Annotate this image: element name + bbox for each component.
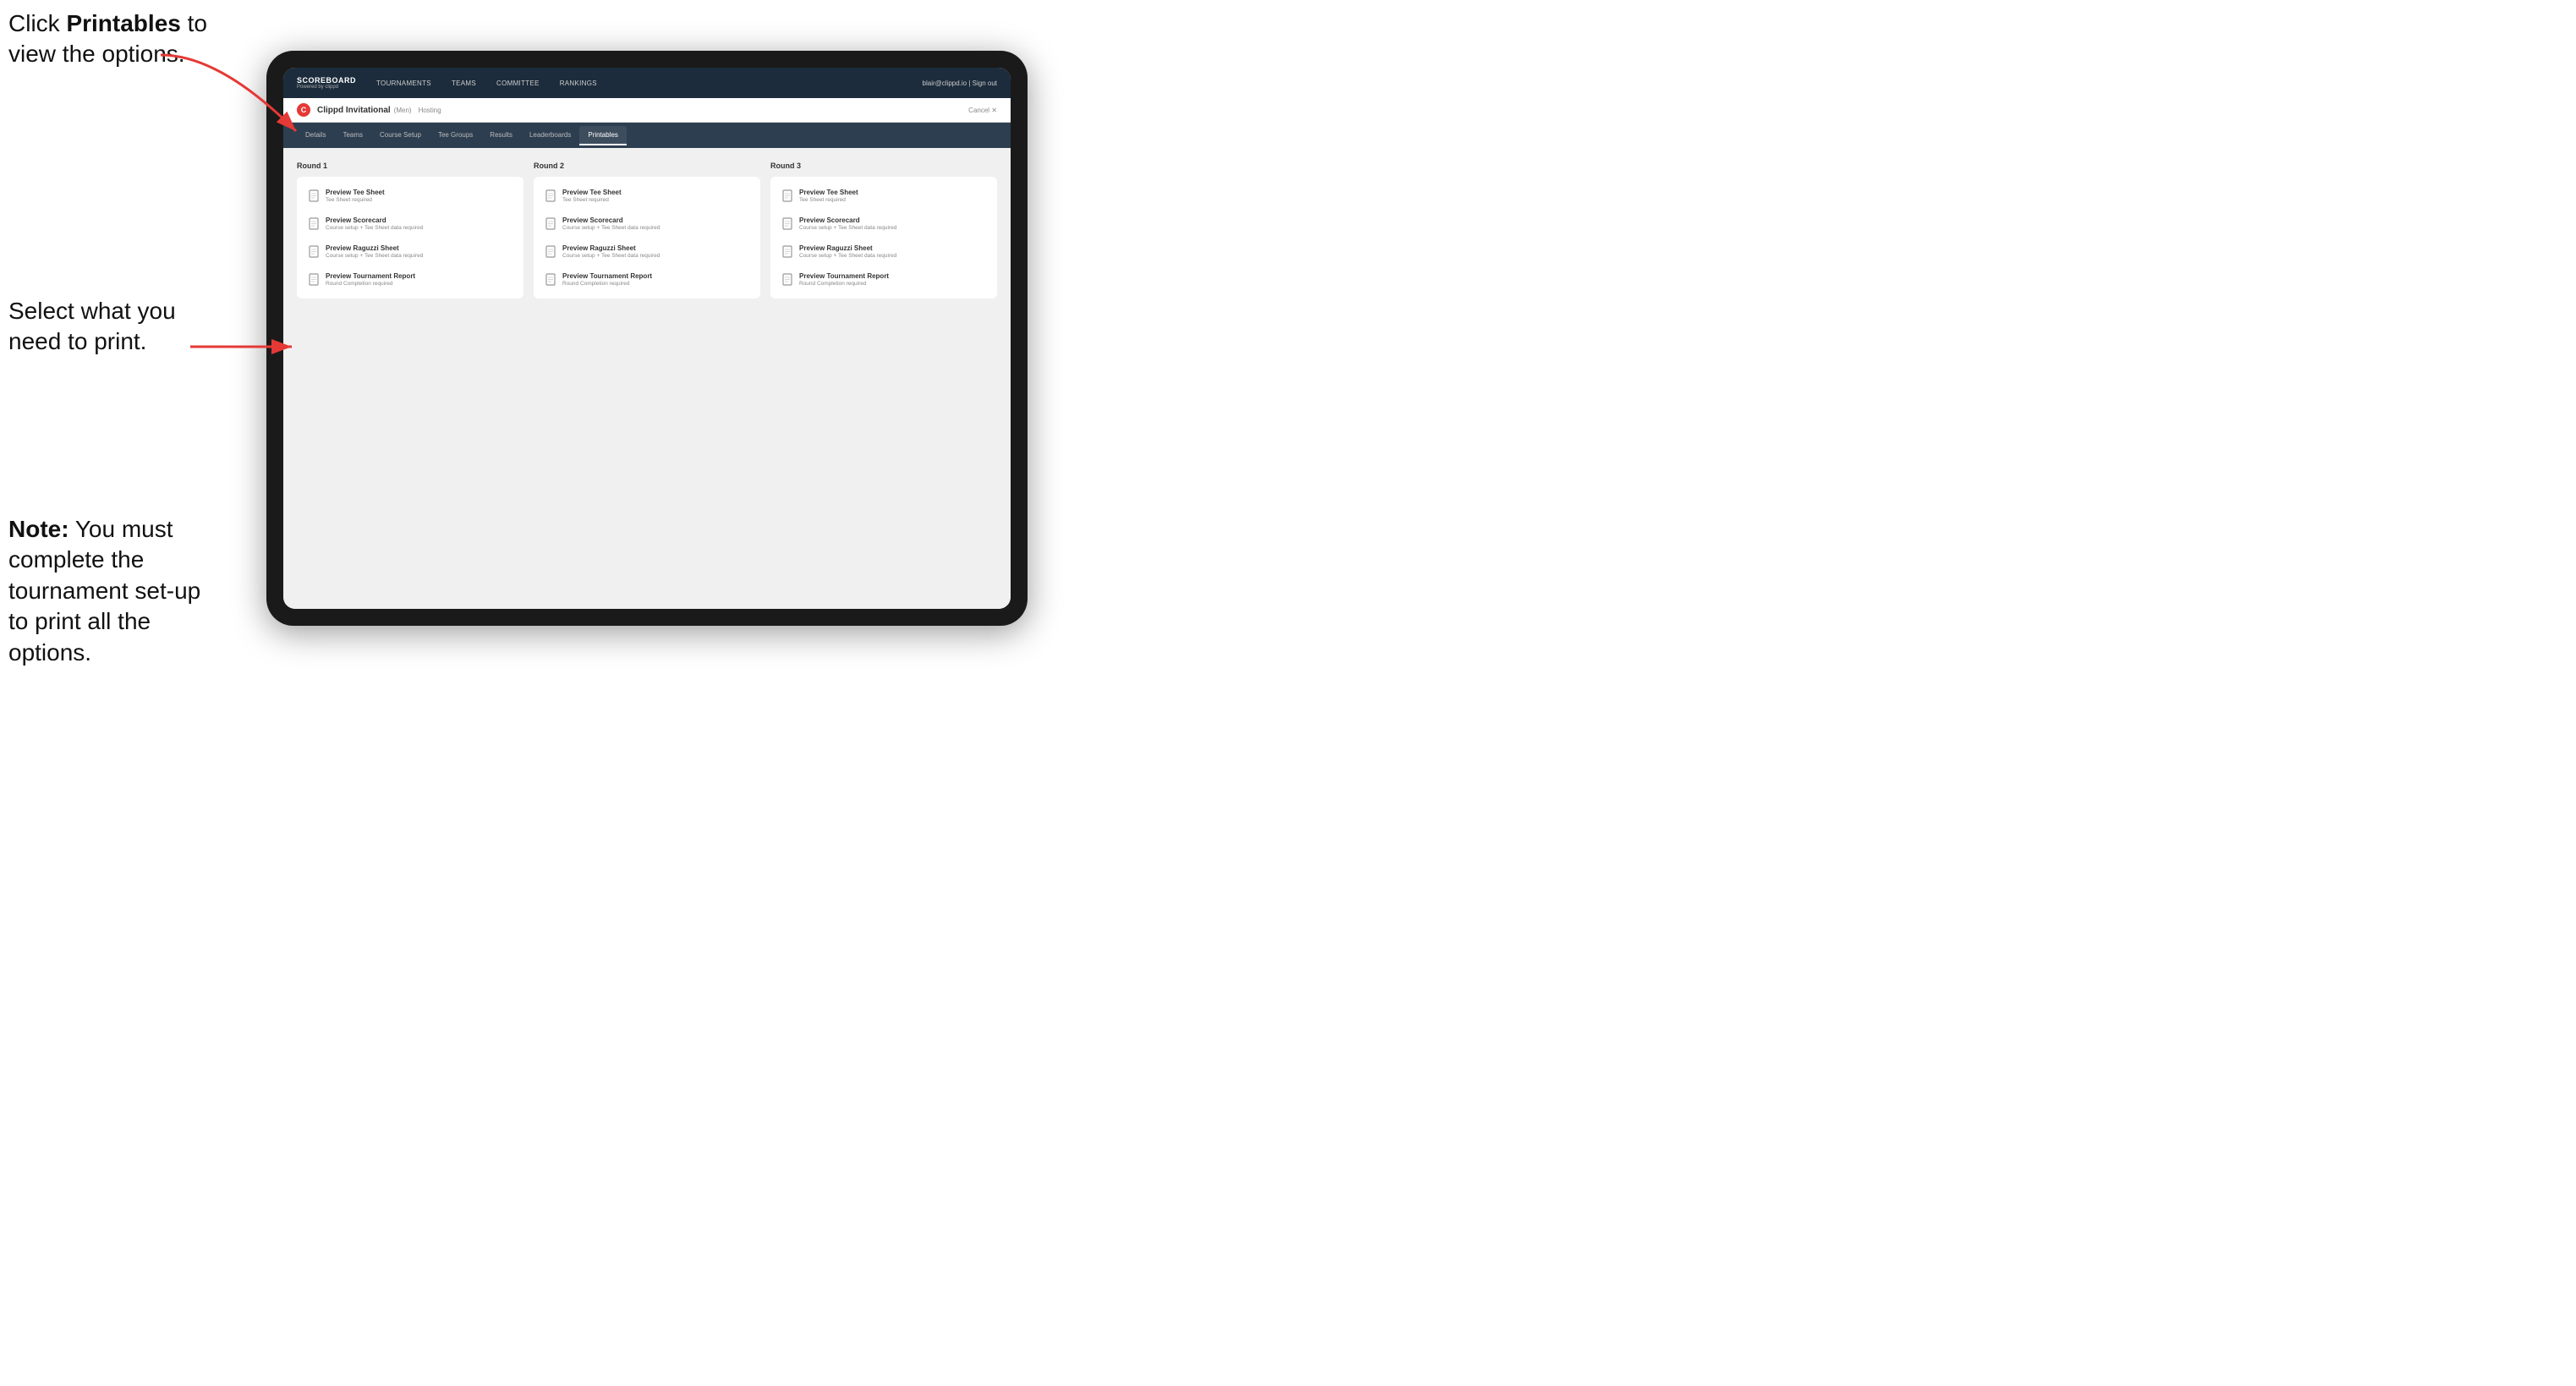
print-item-subtitle: Course setup + Tee Sheet data required bbox=[799, 225, 896, 231]
rounds-grid: Round 1 Preview Tee Sheet Tee Sheet requ… bbox=[297, 162, 997, 299]
round-section-1: Round 1 Preview Tee Sheet Tee Sheet requ… bbox=[297, 162, 523, 299]
document-icon bbox=[782, 217, 794, 231]
document-icon bbox=[782, 189, 794, 203]
print-item-title: Preview Scorecard bbox=[562, 216, 660, 224]
print-item-r2-4[interactable]: Preview Tournament Report Round Completi… bbox=[542, 269, 752, 290]
print-item-text: Preview Scorecard Course setup + Tee She… bbox=[562, 216, 660, 231]
print-item-text: Preview Raguzzi Sheet Course setup + Tee… bbox=[562, 244, 660, 259]
document-icon bbox=[545, 217, 557, 231]
print-item-r1-3[interactable]: Preview Raguzzi Sheet Course setup + Tee… bbox=[305, 241, 515, 262]
print-item-text: Preview Tournament Report Round Completi… bbox=[562, 272, 652, 287]
print-item-title: Preview Tournament Report bbox=[562, 272, 652, 280]
print-item-r3-1[interactable]: Preview Tee Sheet Tee Sheet required bbox=[779, 185, 989, 206]
document-icon bbox=[545, 189, 557, 203]
print-item-subtitle: Tee Sheet required bbox=[799, 197, 858, 203]
print-item-title: Preview Tee Sheet bbox=[326, 189, 385, 196]
print-item-r1-2[interactable]: Preview Scorecard Course setup + Tee She… bbox=[305, 213, 515, 234]
sub-navigation: Details Teams Course Setup Tee Groups Re… bbox=[283, 123, 1011, 148]
round-title-3: Round 3 bbox=[770, 162, 997, 170]
print-item-r3-3[interactable]: Preview Raguzzi Sheet Course setup + Tee… bbox=[779, 241, 989, 262]
print-item-r1-4[interactable]: Preview Tournament Report Round Completi… bbox=[305, 269, 515, 290]
top-nav-links: TOURNAMENTS TEAMS COMMITTEE RANKINGS bbox=[373, 78, 923, 89]
print-item-text: Preview Scorecard Course setup + Tee She… bbox=[799, 216, 896, 231]
print-item-title: Preview Raguzzi Sheet bbox=[799, 244, 896, 252]
instruction-middle-text: Select what youneed to print. bbox=[8, 298, 176, 354]
instruction-middle: Select what youneed to print. bbox=[8, 296, 195, 358]
user-info: blair@clippd.io | Sign out bbox=[923, 79, 997, 87]
print-item-text: Preview Raguzzi Sheet Course setup + Tee… bbox=[799, 244, 896, 259]
print-item-subtitle: Course setup + Tee Sheet data required bbox=[799, 253, 896, 259]
tournament-status: Hosting bbox=[419, 107, 441, 114]
main-content: Round 1 Preview Tee Sheet Tee Sheet requ… bbox=[283, 148, 1011, 609]
document-icon bbox=[545, 273, 557, 287]
document-icon bbox=[782, 245, 794, 259]
document-icon bbox=[309, 189, 321, 203]
print-item-text: Preview Tournament Report Round Completi… bbox=[326, 272, 415, 287]
tournament-name: Clippd Invitational bbox=[317, 106, 391, 115]
print-item-subtitle: Course setup + Tee Sheet data required bbox=[326, 253, 423, 259]
tab-leaderboards[interactable]: Leaderboards bbox=[521, 126, 579, 145]
print-item-title: Preview Tee Sheet bbox=[799, 189, 858, 196]
tournament-category: (Men) bbox=[394, 107, 412, 114]
tab-course-setup[interactable]: Course Setup bbox=[371, 126, 430, 145]
print-item-title: Preview Scorecard bbox=[326, 216, 423, 224]
tournament-header: C Clippd Invitational (Men) Hosting Canc… bbox=[283, 98, 1011, 123]
instruction-bottom-text: Note: You must complete the tournament s… bbox=[8, 516, 200, 666]
round-title-2: Round 2 bbox=[534, 162, 760, 170]
document-icon bbox=[309, 245, 321, 259]
print-item-r3-2[interactable]: Preview Scorecard Course setup + Tee She… bbox=[779, 213, 989, 234]
print-item-text: Preview Tournament Report Round Completi… bbox=[799, 272, 889, 287]
print-item-title: Preview Tournament Report bbox=[326, 272, 415, 280]
nav-teams[interactable]: TEAMS bbox=[448, 78, 480, 89]
print-item-subtitle: Round Completion required bbox=[799, 281, 889, 287]
print-item-subtitle: Tee Sheet required bbox=[326, 197, 385, 203]
tablet-device: SCOREBOARD Powered by clippd TOURNAMENTS… bbox=[266, 51, 1028, 626]
document-icon bbox=[545, 245, 557, 259]
arrow-to-printables bbox=[152, 47, 321, 156]
instruction-bottom: Note: You must complete the tournament s… bbox=[8, 514, 220, 668]
print-item-text: Preview Tee Sheet Tee Sheet required bbox=[562, 189, 622, 203]
tablet-screen: SCOREBOARD Powered by clippd TOURNAMENTS… bbox=[283, 68, 1011, 609]
round-section-3: Round 3 Preview Tee Sheet Tee Sheet requ… bbox=[770, 162, 997, 299]
document-icon bbox=[309, 273, 321, 287]
document-icon bbox=[782, 273, 794, 287]
print-item-subtitle: Course setup + Tee Sheet data required bbox=[562, 253, 660, 259]
nav-tournaments[interactable]: TOURNAMENTS bbox=[373, 78, 435, 89]
round-card-3: Preview Tee Sheet Tee Sheet required Pre… bbox=[770, 177, 997, 299]
tab-printables[interactable]: Printables bbox=[579, 126, 627, 145]
print-item-subtitle: Course setup + Tee Sheet data required bbox=[326, 225, 423, 231]
round-title-1: Round 1 bbox=[297, 162, 523, 170]
nav-committee[interactable]: COMMITTEE bbox=[493, 78, 543, 89]
round-card-2: Preview Tee Sheet Tee Sheet required Pre… bbox=[534, 177, 760, 299]
round-card-1: Preview Tee Sheet Tee Sheet required Pre… bbox=[297, 177, 523, 299]
print-item-title: Preview Tee Sheet bbox=[562, 189, 622, 196]
document-icon bbox=[309, 217, 321, 231]
print-item-title: Preview Raguzzi Sheet bbox=[326, 244, 423, 252]
nav-rankings[interactable]: RANKINGS bbox=[556, 78, 600, 89]
print-item-r3-4[interactable]: Preview Tournament Report Round Completi… bbox=[779, 269, 989, 290]
print-item-text: Preview Scorecard Course setup + Tee She… bbox=[326, 216, 423, 231]
top-navigation: SCOREBOARD Powered by clippd TOURNAMENTS… bbox=[283, 68, 1011, 98]
print-item-title: Preview Tournament Report bbox=[799, 272, 889, 280]
tab-tee-groups[interactable]: Tee Groups bbox=[430, 126, 481, 145]
round-section-2: Round 2 Preview Tee Sheet Tee Sheet requ… bbox=[534, 162, 760, 299]
print-item-subtitle: Tee Sheet required bbox=[562, 197, 622, 203]
print-item-r2-3[interactable]: Preview Raguzzi Sheet Course setup + Tee… bbox=[542, 241, 752, 262]
print-item-title: Preview Raguzzi Sheet bbox=[562, 244, 660, 252]
print-item-title: Preview Scorecard bbox=[799, 216, 896, 224]
tab-teams[interactable]: Teams bbox=[334, 126, 371, 145]
print-item-text: Preview Raguzzi Sheet Course setup + Tee… bbox=[326, 244, 423, 259]
print-item-text: Preview Tee Sheet Tee Sheet required bbox=[799, 189, 858, 203]
print-item-r2-2[interactable]: Preview Scorecard Course setup + Tee She… bbox=[542, 213, 752, 234]
arrow-to-print-items bbox=[182, 321, 309, 372]
print-item-subtitle: Course setup + Tee Sheet data required bbox=[562, 225, 660, 231]
print-item-r2-1[interactable]: Preview Tee Sheet Tee Sheet required bbox=[542, 185, 752, 206]
print-item-r1-1[interactable]: Preview Tee Sheet Tee Sheet required bbox=[305, 185, 515, 206]
print-item-subtitle: Round Completion required bbox=[562, 281, 652, 287]
print-item-subtitle: Round Completion required bbox=[326, 281, 415, 287]
cancel-button[interactable]: Cancel ✕ bbox=[968, 107, 997, 114]
tab-results[interactable]: Results bbox=[481, 126, 521, 145]
print-item-text: Preview Tee Sheet Tee Sheet required bbox=[326, 189, 385, 203]
